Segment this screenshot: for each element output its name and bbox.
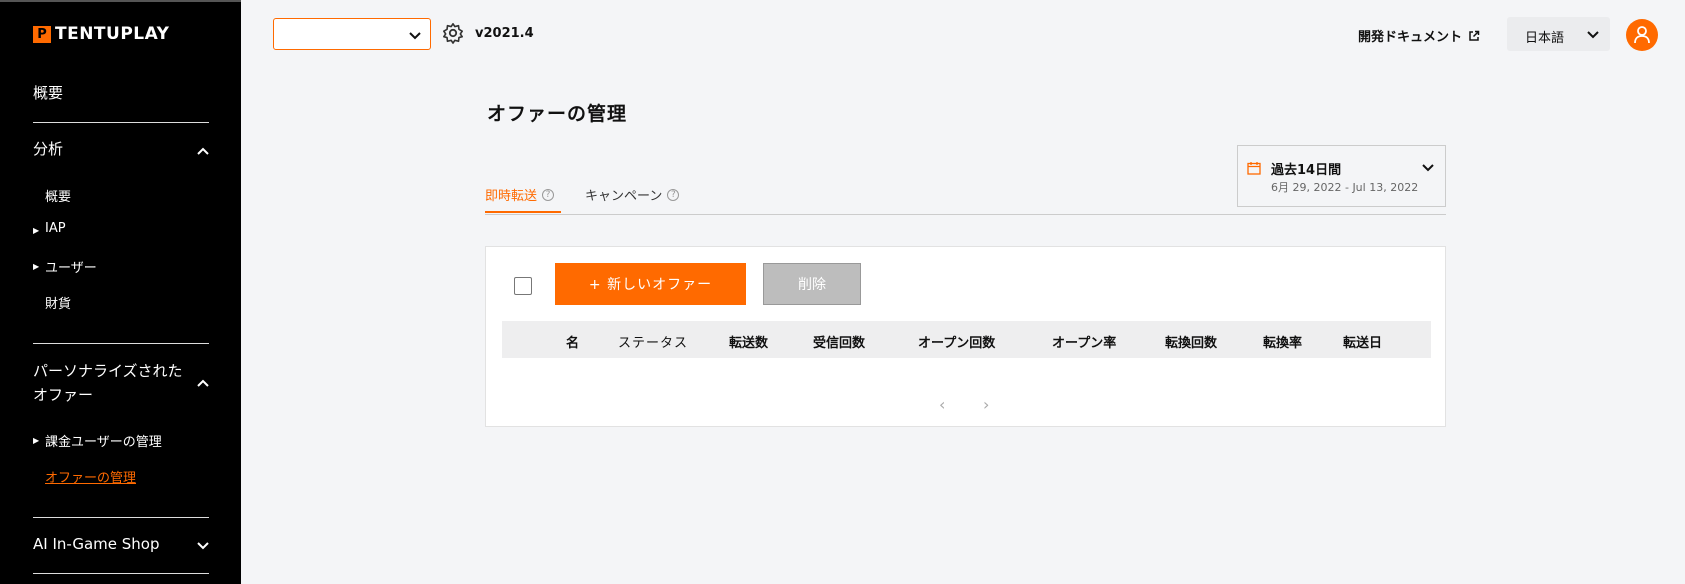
external-link-icon [1469, 30, 1480, 41]
sidebar-subitem-offer-management[interactable]: オファーの管理 [45, 467, 136, 486]
select-all-checkbox[interactable] [514, 277, 532, 295]
date-range-label: 過去14日間 [1271, 163, 1342, 178]
gear-icon[interactable] [442, 22, 464, 44]
sidebar-divider [33, 517, 209, 518]
chevron-up-icon[interactable] [196, 376, 210, 390]
tab-label: キャンペーン [585, 189, 663, 204]
sidebar-item-ai-shop[interactable]: AI In-Game Shop [33, 535, 160, 553]
column-header-open-rate[interactable]: オープン率 [1052, 332, 1116, 351]
caret-right-icon: ▶ [33, 436, 40, 445]
chevron-down-icon [1422, 164, 1434, 172]
tab-label: 即時転送 [485, 189, 538, 204]
table-header: 名 ステータス 転送数 受信回数 オープン回数 オープン率 転換回数 転換率 転… [502, 321, 1431, 358]
calendar-icon [1247, 162, 1261, 175]
user-icon [1634, 26, 1650, 44]
help-icon[interactable]: ? [667, 188, 680, 201]
sidebar: P TENTUPLAY 概要 分析 概要 ▶ IAP ▶ ユーザー 財貨 パーソ… [0, 0, 241, 584]
tab-instant-send[interactable]: 即時転送 ? [485, 185, 555, 204]
tab-campaign[interactable]: キャンペーン ? [585, 185, 680, 204]
sidebar-item-overview[interactable]: 概要 [33, 82, 63, 103]
sidebar-item-personalized-line2[interactable]: オファー [33, 384, 93, 405]
docs-link[interactable]: 開発ドキュメント [1358, 26, 1480, 45]
caret-right-icon: ▶ [33, 226, 40, 235]
app-select[interactable] [273, 18, 431, 50]
date-range-value: 6月 29, 2022 - Jul 13, 2022 [1271, 181, 1419, 194]
help-icon[interactable]: ? [542, 188, 555, 201]
pagination-prev-icon[interactable]: ‹ [939, 395, 945, 414]
sidebar-subitem-users[interactable]: ユーザー [45, 257, 97, 276]
language-select[interactable]: 日本語 [1507, 17, 1610, 51]
sidebar-divider [33, 343, 209, 344]
sidebar-subitem-currency[interactable]: 財貨 [45, 293, 71, 312]
tabs-divider [485, 214, 1446, 215]
sidebar-subitem-iap[interactable]: IAP [45, 221, 66, 236]
column-header-send-date[interactable]: 転送日 [1343, 332, 1382, 351]
chevron-down-icon [409, 32, 421, 40]
column-header-conversions[interactable]: 転換回数 [1165, 332, 1217, 351]
docs-link-label: 開発ドキュメント [1358, 30, 1463, 45]
column-header-sent[interactable]: 転送数 [729, 332, 768, 351]
chevron-down-icon[interactable] [196, 538, 210, 552]
avatar[interactable] [1626, 19, 1658, 51]
sidebar-divider [33, 122, 209, 123]
tentuplay-logo[interactable]: P TENTUPLAY [33, 24, 169, 44]
logo-mark: P [33, 25, 51, 43]
delete-button[interactable]: 削除 [763, 263, 861, 305]
pagination-next-icon[interactable]: › [983, 395, 989, 414]
sidebar-subitem-paying-users[interactable]: 課金ユーザーの管理 [45, 431, 162, 450]
column-header-name[interactable]: 名 [566, 332, 579, 351]
column-header-opens[interactable]: オープン回数 [918, 332, 995, 351]
new-offer-button[interactable]: + 新しいオファー [555, 263, 746, 305]
date-range-picker[interactable]: 過去14日間 6月 29, 2022 - Jul 13, 2022 [1237, 145, 1446, 207]
column-header-received[interactable]: 受信回数 [813, 332, 865, 351]
offers-table-card: + 新しいオファー 削除 名 ステータス 転送数 受信回数 オープン回数 オープ… [485, 246, 1446, 427]
chevron-down-icon [1587, 31, 1599, 39]
caret-right-icon: ▶ [33, 262, 40, 271]
version-label: v2021.4 [475, 26, 534, 41]
column-header-conversion-rate[interactable]: 転換率 [1263, 332, 1302, 351]
sidebar-item-personalized-line1[interactable]: パーソナライズされた [33, 360, 183, 381]
sidebar-subitem-overview[interactable]: 概要 [45, 186, 71, 205]
column-header-status[interactable]: ステータス [618, 332, 688, 351]
chevron-up-icon[interactable] [196, 144, 210, 158]
sidebar-item-analytics[interactable]: 分析 [33, 138, 63, 159]
page-title: オファーの管理 [487, 103, 628, 125]
active-tab-indicator [485, 211, 561, 213]
logo-text: TENTUPLAY [55, 24, 170, 44]
sidebar-divider [33, 573, 209, 574]
language-value: 日本語 [1525, 31, 1565, 46]
